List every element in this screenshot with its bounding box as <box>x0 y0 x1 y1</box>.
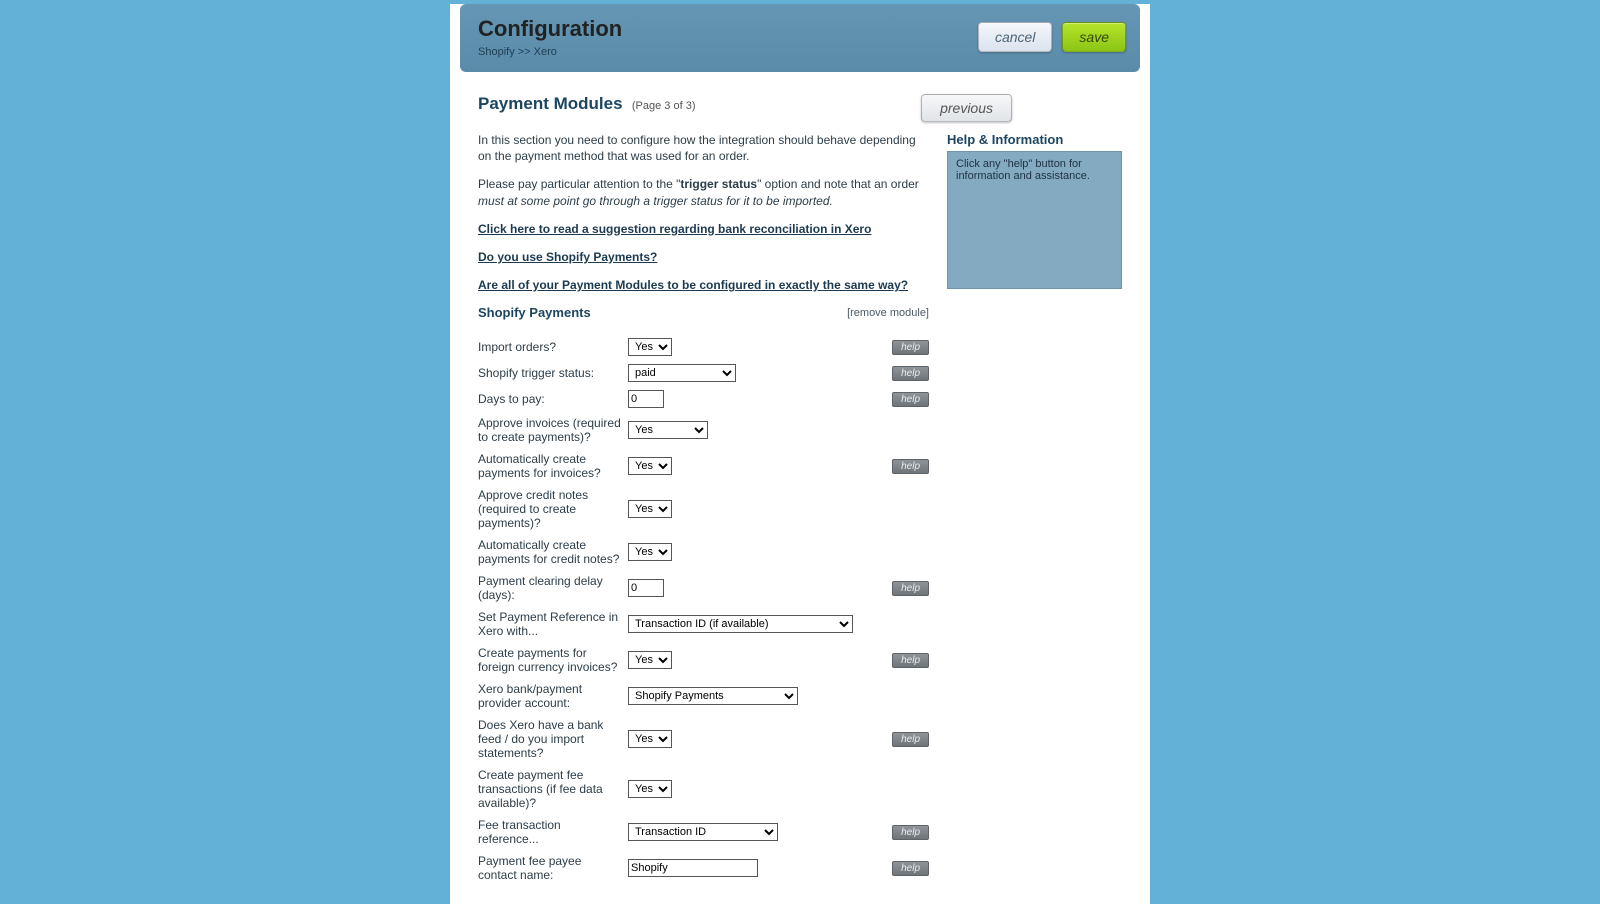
row-bank-account: Xero bank/payment provider account: Shop… <box>478 678 929 714</box>
label-auto-pay-credit: Automatically create payments for credit… <box>478 534 628 570</box>
help-days-to-pay[interactable]: help <box>892 392 929 407</box>
select-fee-reference[interactable]: Transaction ID <box>628 823 778 841</box>
row-import-orders: Import orders? Yes help <box>478 334 929 360</box>
row-days-to-pay: Days to pay: help <box>478 386 929 412</box>
help-fee-reference[interactable]: help <box>892 825 929 840</box>
previous-button[interactable]: previous <box>921 94 1012 122</box>
input-fee-payee[interactable] <box>628 859 758 877</box>
row-auto-pay-credit: Automatically create payments for credit… <box>478 534 929 570</box>
page-indicator: (Page 3 of 3) <box>632 100 696 112</box>
save-button[interactable]: save <box>1062 22 1126 52</box>
select-fee-transactions[interactable]: Yes <box>628 780 672 798</box>
label-bank-feed: Does Xero have a bank feed / do you impo… <box>478 714 628 764</box>
row-trigger-status: Shopify trigger status: paid help <box>478 360 929 386</box>
select-approve-invoices[interactable]: Yes <box>628 421 708 439</box>
help-auto-pay-invoices[interactable]: help <box>892 459 929 474</box>
intro-text: In this section you need to configure ho… <box>478 132 929 293</box>
remove-module-link[interactable]: [remove module] <box>847 307 929 319</box>
label-fee-reference: Fee transaction reference... <box>478 814 628 850</box>
row-approve-credit: Approve credit notes (required to create… <box>478 484 929 534</box>
label-auto-pay-invoices: Automatically create payments for invoic… <box>478 448 628 484</box>
label-payment-reference: Set Payment Reference in Xero with... <box>478 606 628 642</box>
label-clearing-delay: Payment clearing delay (days): <box>478 570 628 606</box>
help-info-box: Click any "help" button for information … <box>947 151 1122 289</box>
label-approve-invoices: Approve invoices (required to create pay… <box>478 412 628 448</box>
app-panel: Configuration Shopify >> Xero cancel sav… <box>450 4 1150 904</box>
select-auto-pay-invoices[interactable]: Yes <box>628 457 672 475</box>
select-bank-account[interactable]: Shopify Payments <box>628 687 798 705</box>
help-clearing-delay[interactable]: help <box>892 581 929 596</box>
input-clearing-delay[interactable] <box>628 579 664 597</box>
help-bank-feed[interactable]: help <box>892 732 929 747</box>
row-fee-transactions: Create payment fee transactions (if fee … <box>478 764 929 814</box>
label-fee-transactions: Create payment fee transactions (if fee … <box>478 764 628 814</box>
label-fee-payee: Payment fee payee contact name: <box>478 850 628 886</box>
row-foreign-currency: Create payments for foreign currency inv… <box>478 642 929 678</box>
select-approve-credit[interactable]: Yes <box>628 500 672 518</box>
header-bar: Configuration Shopify >> Xero cancel sav… <box>460 4 1140 72</box>
label-trigger-status: Shopify trigger status: <box>478 360 628 386</box>
label-bank-account: Xero bank/payment provider account: <box>478 678 628 714</box>
content-area: Payment Modules (Page 3 of 3) previous I… <box>460 72 1140 886</box>
label-days-to-pay: Days to pay: <box>478 386 628 412</box>
intro-p1: In this section you need to configure ho… <box>478 132 929 164</box>
link-shopify-payments[interactable]: Do you use Shopify Payments? <box>478 249 929 265</box>
label-approve-credit: Approve credit notes (required to create… <box>478 484 628 534</box>
settings-form: Import orders? Yes help Shopify trigger … <box>478 334 929 886</box>
row-approve-invoices: Approve invoices (required to create pay… <box>478 412 929 448</box>
row-clearing-delay: Payment clearing delay (days): help <box>478 570 929 606</box>
select-auto-pay-credit[interactable]: Yes <box>628 543 672 561</box>
select-trigger-status[interactable]: paid <box>628 364 736 382</box>
label-import-orders: Import orders? <box>478 334 628 360</box>
select-import-orders[interactable]: Yes <box>628 338 672 356</box>
help-info-title: Help & Information <box>947 132 1122 147</box>
intro-p2: Please pay particular attention to the "… <box>478 176 929 208</box>
select-payment-reference[interactable]: Transaction ID (if available) <box>628 615 853 633</box>
row-payment-reference: Set Payment Reference in Xero with... Tr… <box>478 606 929 642</box>
row-auto-pay-invoices: Automatically create payments for invoic… <box>478 448 929 484</box>
section-heading: Payment Modules <box>478 94 623 113</box>
label-foreign-currency: Create payments for foreign currency inv… <box>478 642 628 678</box>
cancel-button[interactable]: cancel <box>978 22 1052 52</box>
help-trigger-status[interactable]: help <box>892 366 929 381</box>
select-foreign-currency[interactable]: Yes <box>628 651 672 669</box>
header-actions: cancel save <box>978 22 1126 52</box>
module-title: Shopify Payments <box>478 305 591 320</box>
link-same-config[interactable]: Are all of your Payment Modules to be co… <box>478 277 929 293</box>
row-bank-feed: Does Xero have a bank feed / do you impo… <box>478 714 929 764</box>
help-import-orders[interactable]: help <box>892 340 929 355</box>
row-fee-reference: Fee transaction reference... Transaction… <box>478 814 929 850</box>
link-bank-reconciliation[interactable]: Click here to read a suggestion regardin… <box>478 221 929 237</box>
help-fee-payee[interactable]: help <box>892 861 929 876</box>
help-foreign-currency[interactable]: help <box>892 653 929 668</box>
input-days-to-pay[interactable] <box>628 390 664 408</box>
row-fee-payee: Payment fee payee contact name: help <box>478 850 929 886</box>
select-bank-feed[interactable]: Yes <box>628 730 672 748</box>
